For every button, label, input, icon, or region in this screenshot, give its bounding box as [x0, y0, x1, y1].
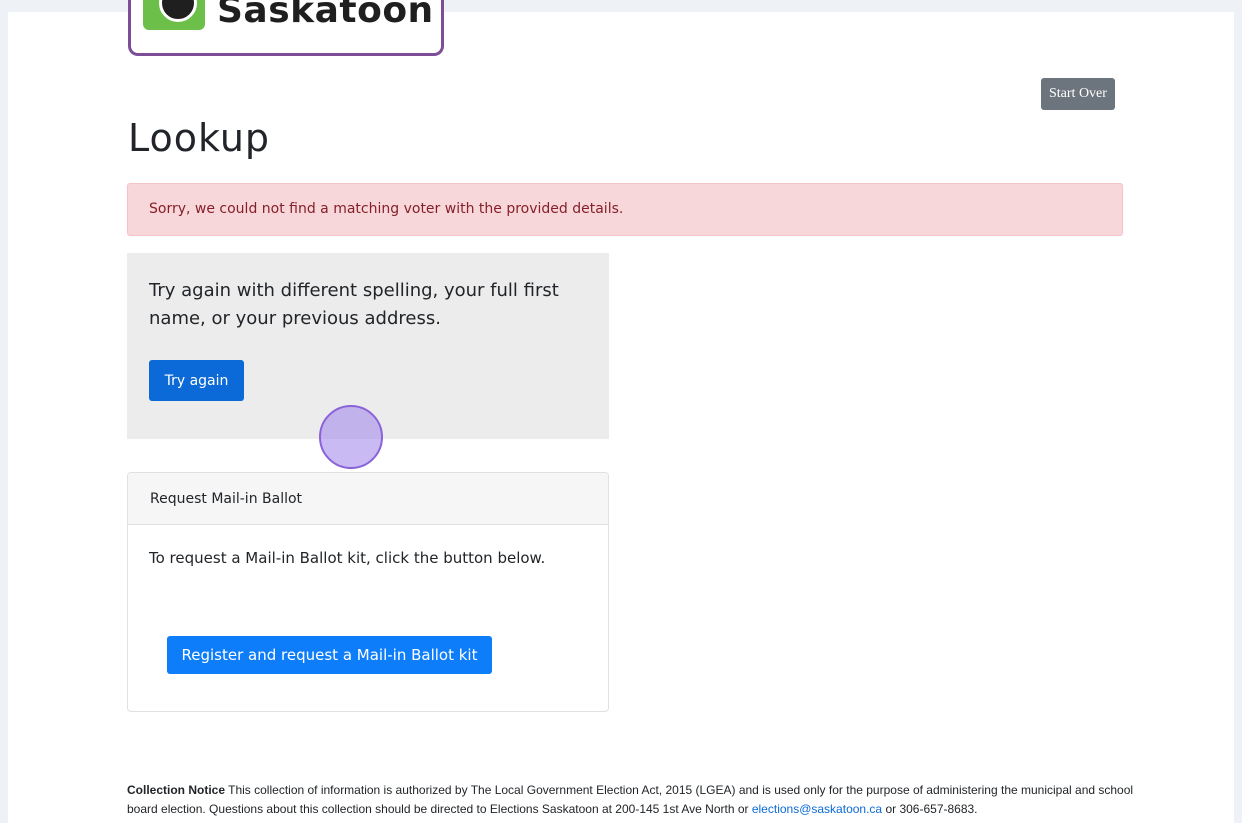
- request-mail-in-ballot-button[interactable]: Register and request a Mail-in Ballot ki…: [167, 636, 492, 674]
- elections-email-link[interactable]: elections@saskatoon.ca: [752, 802, 882, 816]
- logo-text: Saskatoon: [217, 0, 434, 31]
- error-alert: Sorry, we could not find a matching vote…: [127, 183, 1123, 236]
- page: Saskatoon Start Over Lookup Sorry, we co…: [8, 0, 1234, 823]
- start-over-button[interactable]: Start Over: [1041, 78, 1115, 110]
- collection-notice-title: Collection Notice: [127, 783, 226, 797]
- click-indicator: [319, 405, 383, 469]
- try-again-button[interactable]: Try again: [149, 360, 244, 401]
- collection-notice-phone: or 306-657-8683.: [882, 802, 978, 816]
- site-logo[interactable]: Saskatoon: [128, 0, 444, 56]
- page-title: Lookup: [128, 116, 271, 160]
- saskatoon-logo-icon: [143, 0, 205, 30]
- collection-notice-body: This collection of information is author…: [127, 783, 1134, 816]
- collection-notice: Collection Notice This collection of inf…: [127, 781, 1137, 819]
- retry-instructions: Try again with different spelling, your …: [149, 280, 559, 329]
- card-text: To request a Mail-in Ballot kit, click t…: [149, 549, 546, 567]
- mail-in-ballot-card: Request Mail-in Ballot To request a Mail…: [127, 472, 609, 712]
- card-header: Request Mail-in Ballot: [128, 473, 608, 525]
